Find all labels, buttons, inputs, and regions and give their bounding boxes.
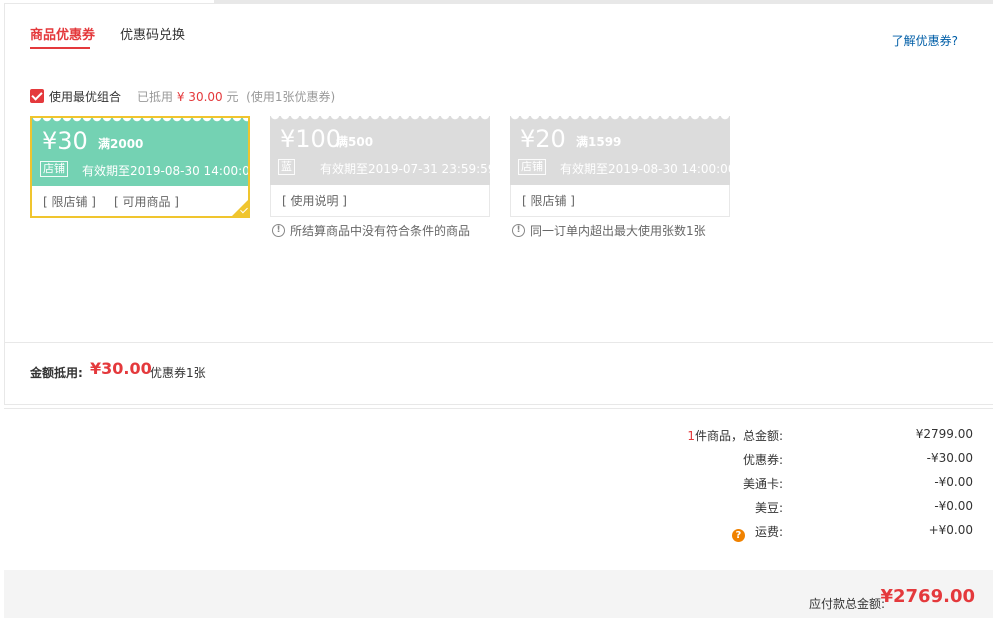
coupon-foot: [ 限店铺 ] [510,185,730,217]
items-count: 1 [687,429,695,443]
summary-amount: ¥30.00 [90,359,152,378]
coupon-condition: 满500 [336,135,374,149]
coupon-validity: 有效期至2019-08-30 14:00:00 [560,162,730,176]
totals-row-coupon: 优惠券: -¥30.00 [4,451,993,467]
tab-goods-coupons[interactable]: 商品优惠券 [30,27,95,45]
reason-text: 同一订单内超出最大使用张数1张 [530,224,706,238]
coupon-summary-bar: 金额抵用: ¥30.00 优惠券1张 [4,342,993,405]
coupon-head: ¥100 满500 蓝 有效期至2019-07-31 23:59:59 [270,116,490,185]
totals-row-meidou: 美豆: -¥0.00 [4,499,993,515]
selected-check-icon [232,200,248,216]
totals-label: 优惠券: [742,453,783,467]
totals-value: -¥30.00 [926,451,973,465]
question-icon[interactable]: ? [731,529,745,542]
deducted-amount: ¥ 30.00 [176,89,223,104]
coupon-link-applicable-goods[interactable]: [ 可用商品 ] [114,193,179,210]
best-combo-checkbox[interactable] [30,89,44,103]
coupon-validity: 有效期至2019-07-31 23:59:59 [320,162,490,176]
coupon-2-reason: ! 所结算商品中没有符合条件的商品 [272,222,470,239]
coupon-amount: ¥100 [280,125,342,153]
totals-row-items: 1件商品，总金额: ¥2799.00 [4,427,993,443]
payable-amount: ¥2769.00 [880,586,975,607]
totals-value: -¥0.00 [934,499,973,513]
totals-value: +¥0.00 [928,523,973,537]
totals-items-label: 1件商品，总金额: [687,427,783,444]
coupon-card-2: ¥100 满500 蓝 有效期至2019-07-31 23:59:59 [ 使用… [270,116,490,217]
coupon-link-shop-only[interactable]: [ 限店铺 ] [43,193,96,210]
totals-row-meitong-card: 美通卡: -¥0.00 [4,475,993,491]
coupon-amount: ¥20 [520,125,566,153]
coupon-card-3: ¥20 满1599 店铺 有效期至2019-08-30 14:00:00 [ 限… [510,116,730,217]
tab-coupon-code[interactable]: 优惠码兑换 [120,27,185,45]
order-totals: 1件商品，总金额: ¥2799.00 优惠券: -¥30.00 美通卡: -¥0… [4,408,993,570]
totals-value: -¥0.00 [934,475,973,489]
coupon-condition: 满2000 [98,137,144,151]
deducted-prefix: 已抵用 [137,89,174,104]
summary-label: 金额抵用: [30,366,83,380]
coupon-validity: 有效期至2019-08-30 14:00:00 [82,164,248,178]
totals-label: 美通卡: [742,477,783,491]
coupon-tag: 蓝 [278,159,295,175]
coupon-tag: 店铺 [518,159,546,175]
info-icon: ! [272,224,285,237]
shipping-label: 运费: [754,525,783,539]
items-label: 件商品，总金额: [694,429,783,443]
coupon-condition: 满1599 [576,135,622,149]
coupon-head: ¥20 满1599 店铺 有效期至2019-08-30 14:00:00 [510,116,730,185]
payable-bar: 应付款总金额: ¥2769.00 [4,570,993,618]
best-combo-row: 使用最优组合 已抵用 ¥ 30.00 元 (使用1张优惠券) [30,88,335,104]
deducted-info: 已抵用 ¥ 30.00 元 (使用1张优惠券) [137,88,335,105]
info-icon: ! [512,224,525,237]
best-combo-label[interactable]: 使用最优组合 [49,88,121,105]
totals-shipping-label: ? 运费: [731,523,783,542]
coupon-link-instructions[interactable]: [ 使用说明 ] [282,192,347,209]
coupon-foot: [ 限店铺 ] [ 可用商品 ] [32,186,248,216]
coupon-help-link[interactable]: 了解优惠券? [892,32,958,49]
totals-items-value: ¥2799.00 [915,427,973,441]
coupon-tag: 店铺 [40,161,68,177]
coupon-3-reason: ! 同一订单内超出最大使用张数1张 [512,222,706,239]
coupon-foot: [ 使用说明 ] [270,185,490,217]
payable-label: 应付款总金额: [808,597,885,611]
coupon-amount: ¥30 [42,127,88,155]
summary-count: 优惠券1张 [150,366,206,380]
totals-label: 美豆: [754,501,783,515]
coupon-link-shop-only[interactable]: [ 限店铺 ] [522,192,575,209]
totals-row-shipping: ? 运费: +¥0.00 [4,523,993,542]
deducted-unit: 元 [226,89,239,104]
deducted-note: (使用1张优惠券) [246,89,336,104]
coupon-head: ¥30 满2000 店铺 有效期至2019-08-30 14:00:00 [32,118,248,186]
reason-text: 所结算商品中没有符合条件的商品 [290,224,471,238]
coupon-card-1[interactable]: ¥30 满2000 店铺 有效期至2019-08-30 14:00:00 [ 限… [30,116,250,218]
active-tab-underline [30,47,90,49]
